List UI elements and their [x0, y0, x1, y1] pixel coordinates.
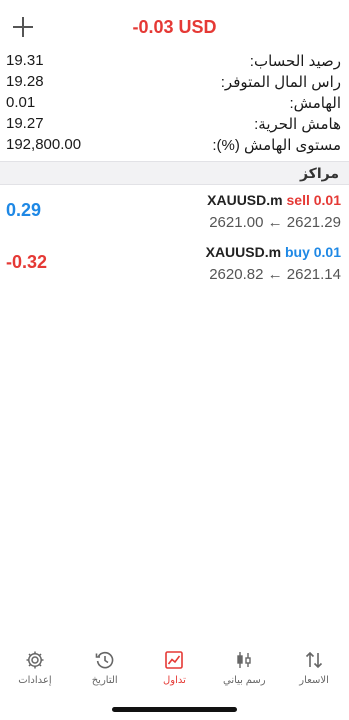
tab-settings[interactable]: إعدادات: [0, 646, 70, 696]
free-margin-label: هامش الحرية:: [254, 115, 341, 133]
position-title: XAUUSD.m sell 0.01: [207, 192, 341, 208]
position-profit: 0.29: [6, 200, 42, 220]
summary-row-margin: 0.01 الهامش:: [0, 92, 349, 113]
margin-label: الهامش:: [289, 94, 341, 112]
tab-trade[interactable]: تداول: [140, 646, 210, 696]
position-row[interactable]: -0.32 XAUUSD.m buy 0.01 2620.82 ← 2621.1…: [0, 240, 349, 292]
positions-section-header: مراكز: [0, 161, 349, 185]
candlestick-icon: [237, 652, 251, 668]
position-prices: 2621.00 ← 2621.29: [209, 214, 341, 231]
account-summary: 19.31 رصيد الحساب: 19.28 راس المال المتو…: [0, 50, 349, 155]
quotes-arrows-icon: [306, 651, 323, 669]
position-side: buy 0.01: [284, 244, 341, 260]
tab-chart[interactable]: رسم بياني: [209, 646, 279, 696]
summary-row-equity: 19.28 راس المال المتوفر:: [0, 71, 349, 92]
top-bar: -0.03 USD: [0, 0, 349, 52]
position-title: XAUUSD.m buy 0.01: [206, 244, 341, 260]
trade-chart-icon: [165, 651, 184, 669]
position-symbol: XAUUSD.m: [205, 244, 282, 260]
tab-chart-label: رسم بياني: [222, 675, 266, 686]
gear-icon: [26, 651, 44, 669]
tab-history[interactable]: التاريخ: [70, 646, 140, 696]
margin-level-value: 192,800.00: [6, 136, 82, 153]
home-indicator[interactable]: [112, 707, 237, 712]
position-prices: 2620.82 ← 2621.14: [209, 266, 341, 283]
summary-row-balance: 19.31 رصيد الحساب:: [0, 50, 349, 71]
equity-label: راس المال المتوفر:: [220, 73, 341, 91]
summary-row-margin-level: 192,800.00 مستوى الهامش (%):: [0, 134, 349, 155]
history-icon: [95, 651, 114, 669]
tab-quotes-label: الاسعار: [299, 675, 329, 686]
balance-value: 19.31: [6, 52, 44, 69]
summary-row-free-margin: 19.27 هامش الحرية:: [0, 113, 349, 134]
tab-quotes[interactable]: الاسعار: [279, 646, 349, 696]
tab-trade-label: تداول: [163, 675, 186, 686]
total-profit-title: -0.03 USD: [132, 17, 217, 37]
tab-settings-label: إعدادات: [18, 675, 52, 686]
position-side: sell 0.01: [286, 192, 342, 208]
balance-label: رصيد الحساب:: [249, 52, 341, 70]
equity-value: 19.28: [6, 73, 44, 90]
margin-level-label: مستوى الهامش (%):: [212, 136, 341, 154]
position-row[interactable]: 0.29 XAUUSD.m sell 0.01 2621.00 ← 2621.2…: [0, 188, 349, 240]
free-margin-value: 19.27: [6, 115, 44, 132]
tab-history-label: التاريخ: [91, 675, 118, 686]
positions-title: مراكز: [299, 165, 339, 181]
bottom-tab-bar: إعدادات التاريخ تداول رسم بياني الاسعار: [0, 646, 349, 696]
position-profit: -0.32: [6, 252, 48, 272]
position-symbol: XAUUSD.m: [207, 192, 283, 208]
margin-value: 0.01: [6, 94, 36, 111]
